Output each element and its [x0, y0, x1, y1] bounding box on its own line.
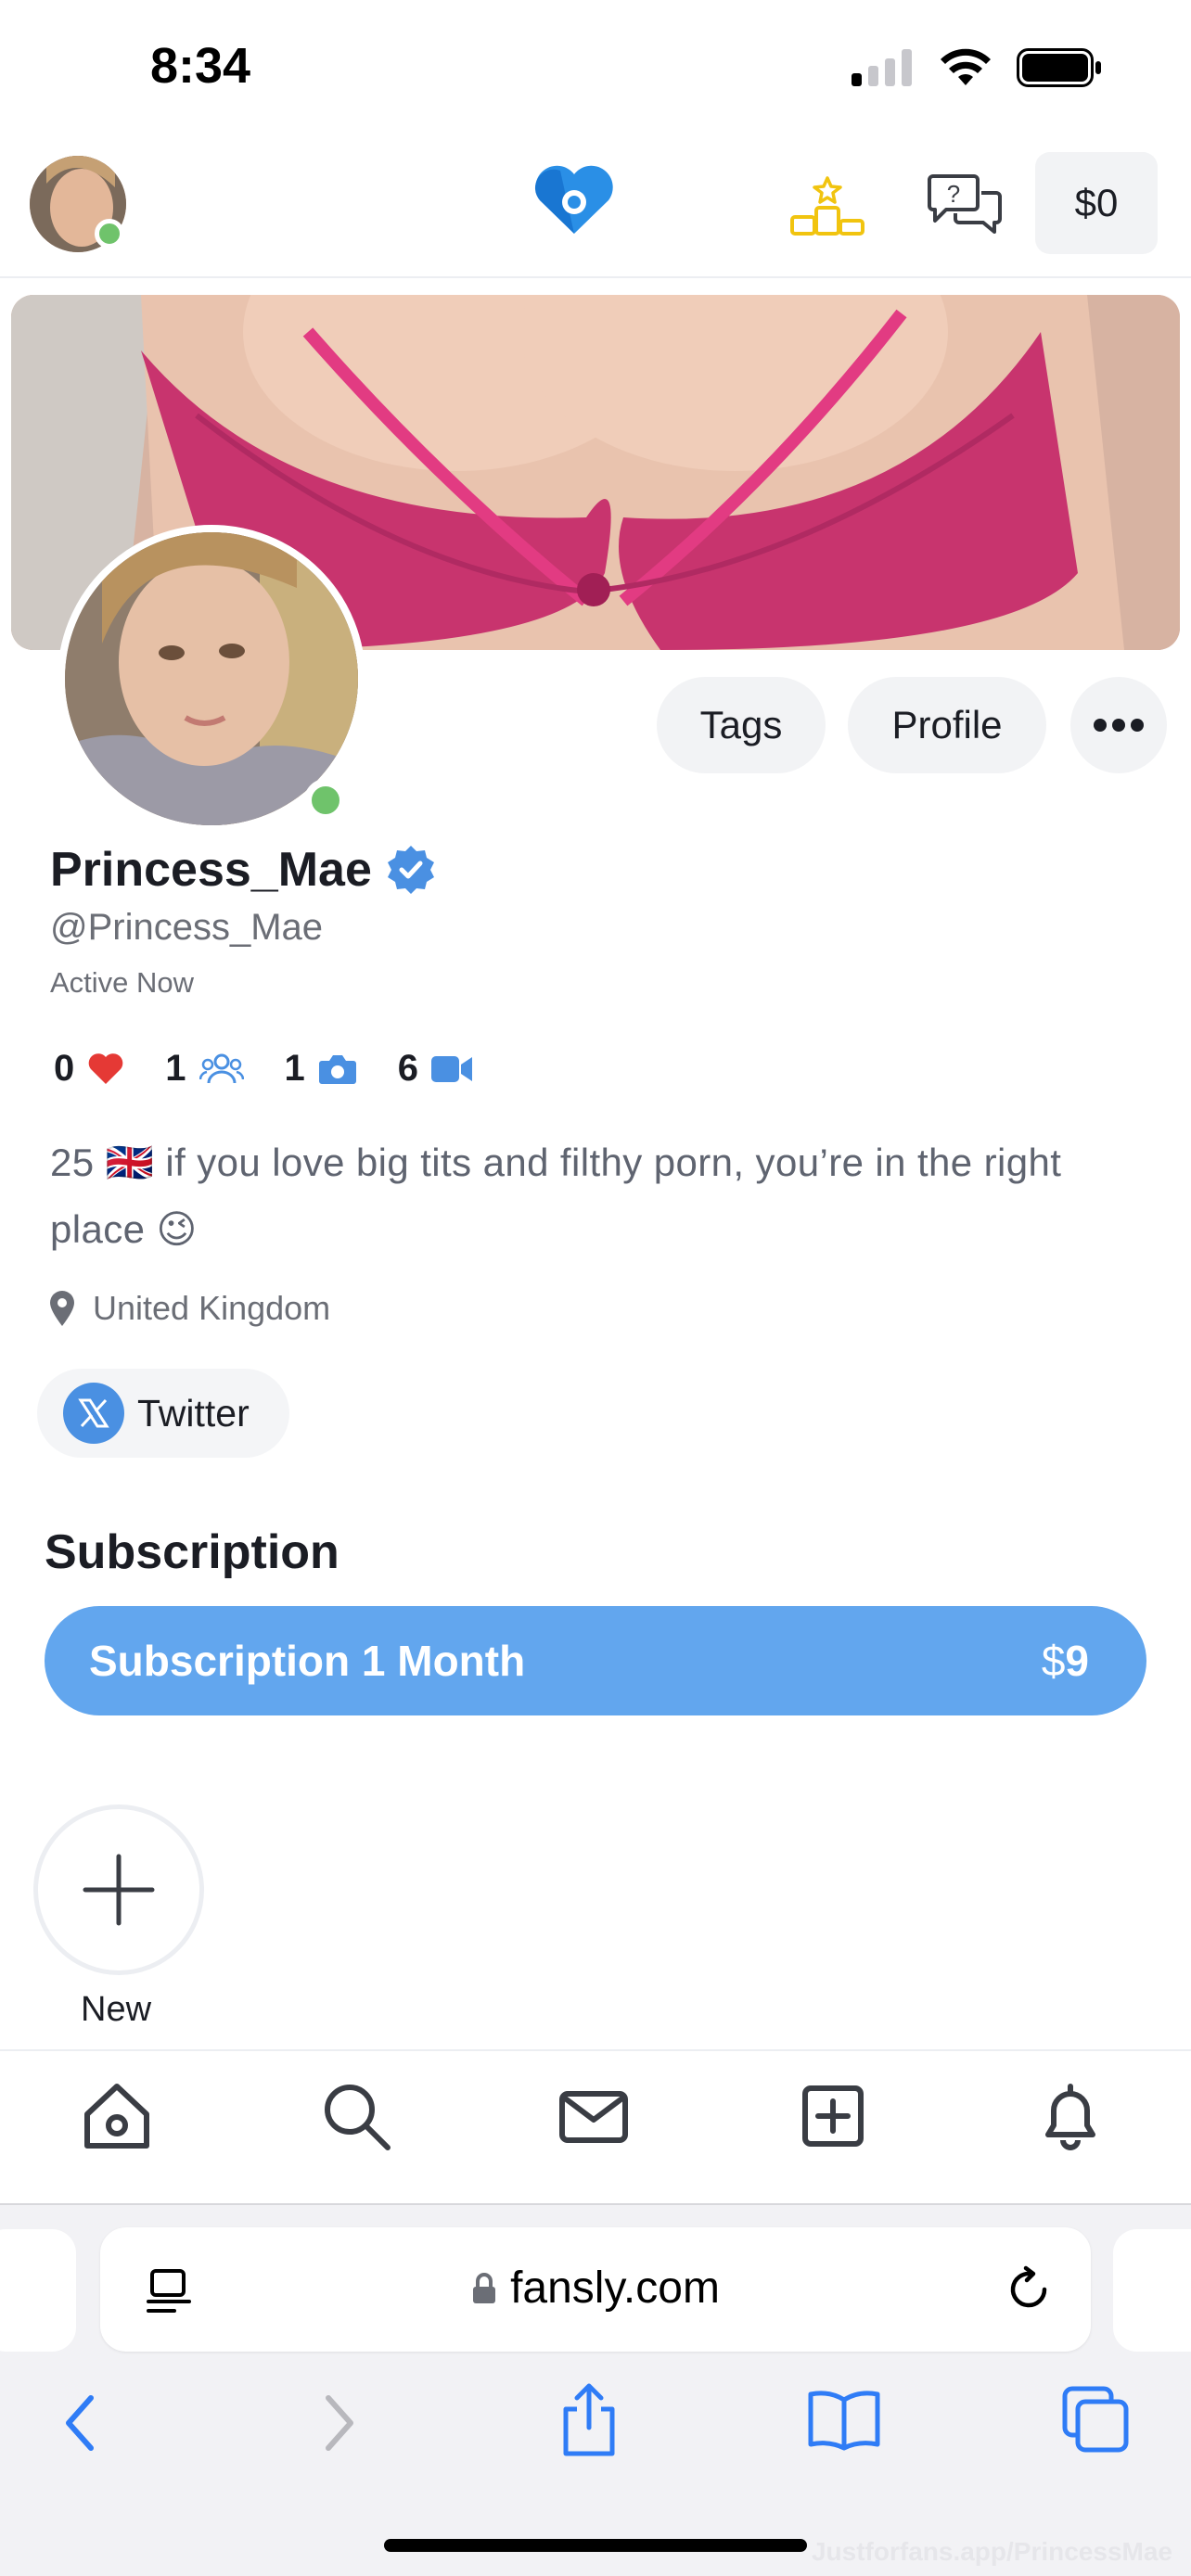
url-display: fansly.com	[100, 2263, 1091, 2316]
stat-videos-count: 6	[397, 1048, 418, 1089]
lock-icon	[471, 2265, 497, 2316]
bell-icon[interactable]	[1033, 2079, 1108, 2158]
location-pin-icon	[50, 1291, 74, 1326]
subscription-heading: Subscription	[45, 1525, 339, 1579]
location: United Kingdom	[48, 1289, 330, 1328]
verified-icon	[387, 846, 434, 894]
more-icon	[1094, 719, 1144, 732]
status-time: 8:34	[150, 38, 251, 94]
status-icons	[852, 48, 1102, 87]
watermark: Justforfans.app/PrincessMae	[811, 2537, 1172, 2566]
address-bar[interactable]: fansly.com	[100, 2227, 1091, 2352]
camera-icon	[318, 1054, 356, 1084]
stat-followers[interactable]: 1	[165, 1048, 244, 1090]
display-name: Princess_Mae	[50, 842, 437, 898]
profile-button[interactable]: Profile	[848, 677, 1046, 773]
x-logo-icon	[63, 1383, 124, 1444]
followers-icon	[198, 1053, 244, 1083]
handle: @Princess_Mae	[50, 907, 324, 948]
back-icon[interactable]	[58, 2391, 104, 2460]
twitter-link[interactable]: Twitter	[37, 1369, 289, 1458]
plus-icon	[83, 1854, 155, 1926]
previous-tab[interactable]	[0, 2229, 76, 2352]
new-story-button[interactable]	[33, 1804, 204, 1975]
stat-photos[interactable]: 1	[285, 1048, 357, 1090]
svg-text:?: ?	[947, 180, 960, 208]
tags-button[interactable]: Tags	[657, 677, 826, 773]
active-status: Active Now	[50, 966, 195, 999]
url-text: fansly.com	[510, 2264, 720, 2313]
video-icon	[431, 1055, 472, 1082]
bottom-nav	[0, 2049, 1191, 2205]
subscribe-button[interactable]: Subscription 1 Month $9	[45, 1606, 1146, 1715]
subscription-price: $9	[1041, 1637, 1089, 1685]
search-icon[interactable]	[319, 2079, 393, 2158]
stat-likes[interactable]: 0	[54, 1048, 124, 1090]
twitter-label: Twitter	[137, 1391, 250, 1435]
chat-icon[interactable]: ?	[928, 172, 1002, 242]
more-options-button[interactable]	[1070, 677, 1167, 773]
stat-videos[interactable]: 6	[398, 1048, 472, 1090]
fansly-logo[interactable]	[532, 163, 616, 242]
location-text: United Kingdom	[93, 1289, 331, 1327]
online-indicator	[304, 779, 347, 822]
forward-icon[interactable]	[315, 2391, 362, 2460]
next-tab[interactable]	[1113, 2229, 1191, 2352]
signal-icon	[852, 49, 912, 86]
display-name-text: Princess_Mae	[50, 843, 372, 897]
new-story-label: New	[81, 1990, 152, 2029]
stat-followers-count: 1	[165, 1048, 186, 1089]
reload-icon[interactable]	[1004, 2264, 1054, 2319]
subscription-plan-label: Subscription 1 Month	[89, 1637, 526, 1685]
mail-icon[interactable]	[557, 2079, 631, 2158]
wifi-icon	[941, 48, 991, 85]
online-indicator	[95, 219, 124, 249]
heart-icon	[88, 1052, 123, 1084]
profile-bio: 25 🇬🇧 if you love big tits and filthy po…	[50, 1141, 1062, 1251]
share-icon[interactable]	[557, 2381, 621, 2462]
bookmarks-icon[interactable]	[807, 2387, 881, 2456]
home-icon[interactable]	[80, 2079, 154, 2158]
wallet-button[interactable]: $0	[1035, 152, 1158, 254]
browser-toolbar: fansly.com	[0, 2203, 1191, 2576]
status-bar: 8:34	[0, 0, 1191, 139]
home-indicator[interactable]	[384, 2539, 807, 2552]
leaderboard-icon[interactable]	[790, 174, 864, 240]
tabs-icon[interactable]	[1061, 2385, 1130, 2458]
profile-stats: 0 1 1 6	[54, 1048, 513, 1090]
battery-icon	[1017, 48, 1101, 87]
stat-photos-count: 1	[284, 1048, 305, 1089]
add-post-icon[interactable]	[796, 2079, 870, 2158]
stat-likes-count: 0	[54, 1048, 75, 1089]
top-nav: ? $0	[0, 139, 1191, 278]
